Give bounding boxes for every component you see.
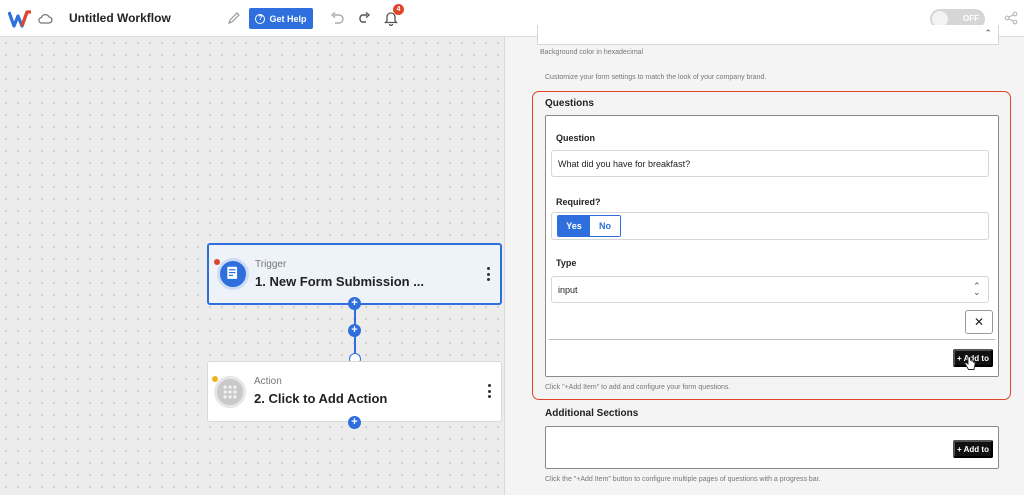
action-kind-label: Action xyxy=(254,376,282,387)
hand-pointer-icon xyxy=(964,356,976,370)
divider xyxy=(549,339,995,340)
required-toggle[interactable]: Yes No xyxy=(557,215,621,237)
questions-hint: Click "+Add Item" to add and configure y… xyxy=(545,384,731,391)
add-step-icon[interactable]: + xyxy=(348,324,361,337)
question-circle-icon: ? xyxy=(255,13,266,24)
redo-icon[interactable] xyxy=(357,12,371,24)
trigger-status-dot xyxy=(214,259,220,265)
required-yes-button[interactable]: Yes xyxy=(558,216,590,236)
trigger-node[interactable]: Trigger 1. New Form Submission ... xyxy=(207,243,502,305)
action-status-dot xyxy=(212,376,218,382)
add-step-icon[interactable]: + xyxy=(348,416,361,429)
form-document-icon xyxy=(217,258,249,290)
additional-sections-title: Additional Sections xyxy=(545,408,639,419)
workflow-title[interactable]: Untitled Workflow xyxy=(69,11,171,25)
question-label: Question xyxy=(556,133,596,143)
undo-icon[interactable] xyxy=(330,12,344,24)
get-help-button[interactable]: ? Get Help xyxy=(249,8,313,29)
notification-badge: 4 xyxy=(393,4,404,15)
get-help-label: Get Help xyxy=(269,13,307,24)
type-select[interactable]: input xyxy=(551,276,989,303)
grid-apps-icon xyxy=(214,376,246,408)
required-no-button[interactable]: No xyxy=(590,216,620,236)
share-icon[interactable] xyxy=(1004,11,1018,25)
question-value: What did you have for breakfast? xyxy=(558,158,691,169)
additional-sections-hint: Click the "+Add Item" button to configur… xyxy=(545,476,821,483)
trigger-kind-label: Trigger xyxy=(255,259,287,270)
chevron-updown-icon: ⌃ xyxy=(984,28,992,38)
add-step-icon[interactable]: + xyxy=(348,297,361,310)
action-menu-icon[interactable] xyxy=(487,384,491,398)
trigger-name: 1. New Form Submission ... xyxy=(255,274,425,289)
background-color-hint: Background color in hexadecimal xyxy=(540,49,644,56)
customize-hint: Customize your form settings to match th… xyxy=(545,74,767,81)
logo-icon[interactable] xyxy=(8,9,32,29)
toggle-label: OFF xyxy=(963,14,979,23)
remove-question-button[interactable]: ✕ xyxy=(965,310,993,334)
cloud-icon[interactable] xyxy=(37,11,53,27)
required-label: Required? xyxy=(556,197,601,207)
action-node[interactable]: Action 2. Click to Add Action xyxy=(207,361,502,422)
questions-title: Questions xyxy=(545,98,594,109)
pencil-icon[interactable] xyxy=(227,11,241,25)
background-color-field[interactable]: ⌃ xyxy=(537,25,999,45)
type-label: Type xyxy=(556,258,577,268)
question-input[interactable]: What did you have for breakfast? xyxy=(551,150,989,177)
add-section-button[interactable]: + Add to xyxy=(953,440,993,458)
additional-sections-card xyxy=(545,426,999,469)
type-value: input xyxy=(558,284,578,295)
trigger-menu-icon[interactable] xyxy=(486,267,490,281)
action-name: 2. Click to Add Action xyxy=(254,391,388,406)
select-arrows-icon: ⌃ ⌄ xyxy=(973,281,981,297)
